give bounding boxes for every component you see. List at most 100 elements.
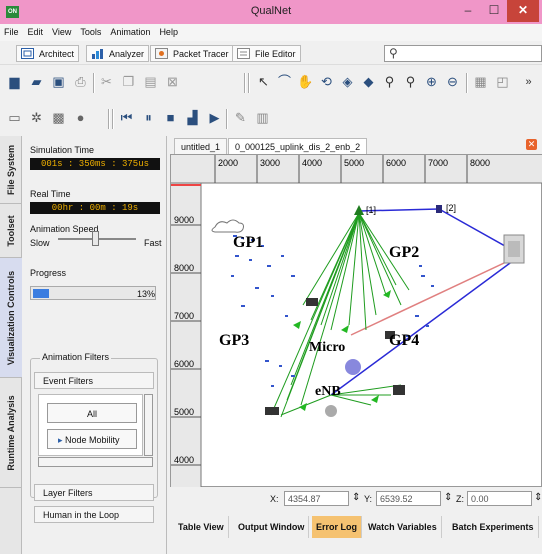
rotate-icon[interactable]: ⟲: [318, 74, 335, 90]
lasso-icon[interactable]: ⌒: [276, 74, 293, 90]
cut-icon[interactable]: ✂: [98, 74, 115, 90]
node-1-label: [1]: [366, 205, 376, 215]
micro-cell-icon: [345, 359, 361, 375]
copy-icon[interactable]: ❐: [120, 74, 137, 90]
x-spin-icon[interactable]: ⇕: [352, 492, 360, 503]
record-icon[interactable]: ●: [72, 110, 89, 126]
zoom-icon[interactable]: ⚲: [381, 74, 398, 90]
packet-tracer-mode-button[interactable]: Packet Tracer: [150, 45, 234, 62]
close-document-icon[interactable]: ✕: [526, 139, 537, 150]
filter-list-scrollbar[interactable]: [144, 394, 153, 456]
select-cursor-icon[interactable]: ↖: [255, 74, 272, 90]
tab-visualization-controls[interactable]: Visualization Controls: [0, 258, 22, 378]
mode-bar: Architect Analyzer Packet Tracer File Ed…: [0, 41, 542, 65]
micro-label: Micro: [309, 340, 345, 355]
y-coord-label: Y:: [364, 494, 373, 504]
z-spin-icon[interactable]: ⇕: [534, 492, 542, 503]
layers-icon[interactable]: ◰: [494, 74, 511, 90]
zoom-in-icon[interactable]: ⊕: [423, 74, 440, 90]
maximize-button[interactable]: ☐: [481, 0, 507, 22]
grid-icon[interactable]: ▦: [472, 74, 489, 90]
save-icon[interactable]: ▣: [50, 74, 67, 90]
step-back-icon[interactable]: ⏮: [118, 110, 135, 126]
zoom-out-icon[interactable]: ⊖: [444, 74, 461, 90]
ruler-y-label: 7000: [174, 311, 194, 321]
analyzer-mode-button[interactable]: Analyzer: [86, 45, 150, 62]
search-input[interactable]: ⚲: [384, 45, 542, 62]
human-in-loop-button[interactable]: Human in the Loop: [34, 506, 154, 523]
tab-table-view[interactable]: Table View: [174, 516, 229, 538]
z-coord-input[interactable]: 0.00: [467, 491, 532, 506]
orbit-icon[interactable]: ◈: [339, 74, 356, 90]
close-button[interactable]: ✕: [507, 0, 539, 22]
tab-batch-experiments[interactable]: Batch Experiments: [448, 516, 539, 538]
paste-icon[interactable]: ▤: [142, 74, 159, 90]
speed-slider-thumb[interactable]: [92, 231, 99, 246]
tilt-icon[interactable]: ◆: [360, 74, 377, 90]
toolbar-separator: [108, 109, 110, 129]
tab-toolset[interactable]: Toolset: [0, 204, 22, 258]
new-scenario-icon[interactable]: ▆: [6, 74, 23, 90]
gp3-label: GP3: [219, 332, 249, 349]
node-mobility-label: Node Mobility: [65, 435, 120, 445]
filter-list-hscrollbar[interactable]: [38, 457, 153, 467]
minimize-button[interactable]: –: [455, 0, 481, 22]
print-icon[interactable]: ⎙: [72, 74, 89, 90]
node-1[interactable]: [1]: [354, 205, 376, 215]
sim-time-display: 001s : 350ms : 375us: [30, 158, 160, 170]
menu-edit[interactable]: Edit: [24, 24, 49, 37]
tab-error-log[interactable]: Error Log: [312, 516, 363, 538]
analyzer-label: Analyzer: [109, 49, 145, 59]
toolbar-separator: [466, 73, 468, 93]
pause-icon[interactable]: ⏸: [140, 110, 157, 126]
overflow-chevron-icon[interactable]: »: [520, 74, 537, 90]
tab-runtime-analysis[interactable]: Runtime Analysis: [0, 378, 22, 488]
side-tab-strip: File System Toolset Visualization Contro…: [0, 136, 22, 554]
speed-fast-label: Fast: [144, 238, 162, 248]
y-spin-icon[interactable]: ⇕: [444, 492, 452, 503]
run-setup-icon[interactable]: ▭: [6, 110, 23, 126]
stop-icon[interactable]: ■: [162, 110, 179, 126]
filter-all-button[interactable]: All: [47, 403, 137, 423]
clapper-icon[interactable]: ▩: [50, 110, 67, 126]
step-icon[interactable]: ▟: [184, 110, 201, 126]
menu-view[interactable]: View: [48, 24, 76, 37]
tab-untitled-1[interactable]: untitled_1: [174, 138, 228, 154]
toolbar-separator: [248, 73, 250, 93]
zoom-area-icon[interactable]: ⚲: [402, 74, 419, 90]
tab-output-window[interactable]: Output Window: [234, 516, 310, 538]
menu-animation[interactable]: Animation: [106, 24, 155, 37]
toolbar-separator: [112, 109, 114, 129]
tab-watch-variables[interactable]: Watch Variables: [364, 516, 442, 538]
pan-hand-icon[interactable]: ✋: [297, 74, 314, 90]
filter-node-mobility-button[interactable]: ▸ Node Mobility: [47, 429, 137, 449]
event-filters-button[interactable]: Event Filters: [34, 372, 154, 389]
menu-file[interactable]: File: [0, 24, 24, 37]
architect-mode-button[interactable]: Architect: [16, 45, 80, 62]
event-filter-list: All ▸ Node Mobility: [38, 394, 143, 456]
x-coord-label: X:: [270, 494, 279, 504]
scenario-drawing[interactable]: 2000 3000 4000 5000 6000 7000 8000 9000 8000 700…: [171, 155, 542, 488]
annotate-icon[interactable]: ✎: [232, 110, 249, 126]
scenario-canvas[interactable]: 2000 3000 4000 5000 6000 7000 8000 9000 8000 700…: [170, 154, 542, 488]
file-editor-mode-button[interactable]: File Editor: [232, 45, 301, 62]
toolbar-separator: [226, 109, 228, 129]
tab-scenario[interactable]: 0_000125_uplink_dis_2_enb_2: [228, 138, 368, 154]
settings-gear-icon[interactable]: ✲: [28, 110, 45, 126]
step-forward-icon[interactable]: ▶: [206, 110, 223, 126]
delete-icon[interactable]: ⊠: [164, 74, 181, 90]
speed-slow-label: Slow: [30, 238, 50, 248]
progress-label: Progress: [30, 268, 67, 278]
y-coord-input[interactable]: 6539.52: [376, 491, 441, 506]
menu-help[interactable]: Help: [155, 24, 183, 37]
open-folder-icon[interactable]: ▰: [28, 74, 45, 90]
menu-tools[interactable]: Tools: [76, 24, 106, 37]
ruler-y-label: 9000: [174, 215, 194, 225]
stats-chart-icon[interactable]: ▥: [254, 110, 271, 126]
layer-filters-button[interactable]: Layer Filters: [34, 484, 154, 501]
tab-file-system[interactable]: File System: [0, 136, 22, 204]
x-coord-input[interactable]: 4354.87: [284, 491, 349, 506]
node-2-label: [2]: [446, 203, 456, 213]
sim-time-label: Simulation Time: [30, 145, 95, 155]
node-2[interactable]: [2]: [436, 203, 456, 213]
